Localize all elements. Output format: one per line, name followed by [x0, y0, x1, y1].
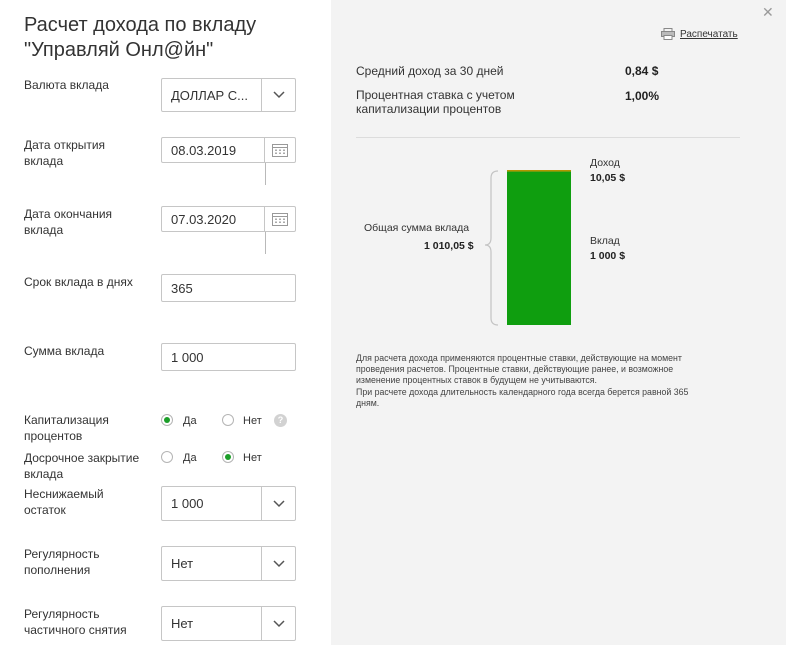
- deposit-chart: [484, 170, 571, 326]
- term-label: Срок вклада в днях: [24, 275, 133, 289]
- replenishment-value: Нет: [171, 556, 194, 571]
- deposit-bar: [507, 171, 571, 325]
- capitalization-no-radio[interactable]: [222, 414, 234, 426]
- min-balance-label-l2: остаток: [24, 503, 66, 517]
- term-input[interactable]: 365: [161, 274, 296, 302]
- close-date-input[interactable]: 07.03.2020: [161, 206, 296, 232]
- note-line: дням.: [356, 397, 380, 408]
- rate-label-l1: Процентная ставка с учетом: [356, 88, 515, 102]
- help-icon[interactable]: ?: [274, 414, 287, 427]
- print-button[interactable]: Распечатать: [661, 28, 738, 40]
- disclaimer-note: Для расчета дохода применяются процентны…: [356, 353, 751, 409]
- min-balance-value: 1 000: [171, 496, 204, 511]
- currency-select[interactable]: ДОЛЛАР С...: [161, 78, 296, 112]
- amount-label: Сумма вклада: [24, 344, 105, 358]
- withdrawal-label-l1: Регулярность: [24, 607, 100, 621]
- capitalization-label-l2: процентов: [24, 429, 83, 443]
- note-line: Для расчета дохода применяются процентны…: [356, 353, 682, 363]
- term-value: 365: [171, 281, 193, 296]
- avg-income-value: 0,84 $: [625, 64, 659, 78]
- replenishment-select[interactable]: Нет: [161, 546, 296, 581]
- chevron-down-icon[interactable]: [261, 607, 295, 640]
- calendar-icon[interactable]: [264, 138, 295, 162]
- currency-value: ДОЛЛАР С...: [171, 88, 249, 103]
- early-close-label-l1: Досрочное закрытие: [24, 451, 140, 465]
- early-close-label: Досрочное закрытие вклада: [24, 450, 144, 482]
- early-close-no-radio[interactable]: [222, 451, 234, 463]
- withdrawal-select[interactable]: Нет: [161, 606, 296, 641]
- total-label: Общая сумма вклада: [364, 222, 470, 234]
- close-icon[interactable]: ✕: [762, 4, 774, 21]
- print-label[interactable]: Распечатать: [680, 29, 738, 40]
- replenishment-label: Регулярность пополнения: [24, 546, 144, 578]
- early-close-no-label[interactable]: Нет: [243, 452, 262, 464]
- rate-value: 1,00%: [625, 89, 660, 103]
- open-date-value: 08.03.2019: [171, 143, 237, 158]
- early-close-yes-label[interactable]: Да: [183, 452, 197, 464]
- total-value: 1 010,05 $: [424, 240, 474, 252]
- withdrawal-value: Нет: [171, 616, 194, 631]
- replenishment-label-l1: Регулярность: [24, 547, 100, 561]
- open-date-input[interactable]: 08.03.2019: [161, 137, 296, 163]
- withdrawal-label: Регулярность частичного снятия: [24, 606, 144, 638]
- capitalization-no-label[interactable]: Нет: [243, 415, 262, 427]
- open-date-label-l2: вклада: [24, 154, 64, 168]
- page-title: Расчет дохода по вкладу "Управляй Онл@йн…: [24, 13, 256, 63]
- page-title-line2: "Управляй Онл@йн": [24, 39, 214, 61]
- printer-icon: [661, 28, 675, 40]
- field-divider: [265, 163, 266, 185]
- note-line: изменение процентных ставок в будущем не…: [356, 375, 597, 386]
- calendar-icon[interactable]: [264, 207, 295, 231]
- capitalization-label-l1: Капитализация: [24, 413, 109, 427]
- avg-income-label: Средний доход за 30 дней: [356, 64, 504, 78]
- withdrawal-label-l2: частичного снятия: [24, 623, 127, 637]
- early-close-label-l2: вклада: [24, 467, 64, 481]
- income-bar: [507, 170, 571, 172]
- chevron-down-icon[interactable]: [261, 487, 295, 520]
- note-line: При расчете дохода длительность календар…: [356, 386, 689, 397]
- min-balance-select[interactable]: 1 000: [161, 486, 296, 521]
- early-close-yes-radio[interactable]: [161, 451, 173, 463]
- close-date-label: Дата окончания вклада: [24, 206, 144, 238]
- replenishment-label-l2: пополнения: [24, 563, 91, 577]
- field-divider: [265, 232, 266, 254]
- income-value: 10,05 $: [590, 172, 626, 184]
- min-balance-label: Неснижаемый остаток: [24, 486, 144, 518]
- capitalization-yes-label[interactable]: Да: [183, 415, 197, 427]
- capitalization-label: Капитализация процентов: [24, 412, 144, 444]
- close-date-label-l2: вклада: [24, 223, 64, 237]
- capitalization-yes-radio[interactable]: [161, 414, 173, 426]
- open-date-label: Дата открытия вклада: [24, 137, 144, 169]
- rate-label: Процентная ставка с учетом капитализации…: [356, 88, 515, 116]
- amount-input[interactable]: 1 000: [161, 343, 296, 371]
- chevron-down-icon[interactable]: [261, 79, 295, 111]
- rate-label-l2: капитализации процентов: [356, 102, 502, 116]
- divider: [356, 137, 740, 138]
- chart-bracket: [484, 170, 499, 326]
- chevron-down-icon[interactable]: [261, 547, 295, 580]
- open-date-label-l1: Дата открытия: [24, 138, 106, 152]
- note-line: проведения расчетов. Процентные ставки, …: [356, 364, 674, 375]
- amount-value: 1 000: [171, 350, 204, 365]
- min-balance-label-l1: Неснижаемый: [24, 487, 104, 501]
- income-label: Доход: [590, 157, 620, 169]
- currency-label: Валюта вклада: [24, 78, 109, 92]
- deposit-value: 1 000 $: [590, 250, 626, 262]
- deposit-label: Вклад: [590, 235, 620, 247]
- page-title-line1: Расчет дохода по вкладу: [24, 14, 257, 36]
- close-date-value: 07.03.2020: [171, 212, 237, 227]
- close-date-label-l1: Дата окончания: [24, 207, 113, 221]
